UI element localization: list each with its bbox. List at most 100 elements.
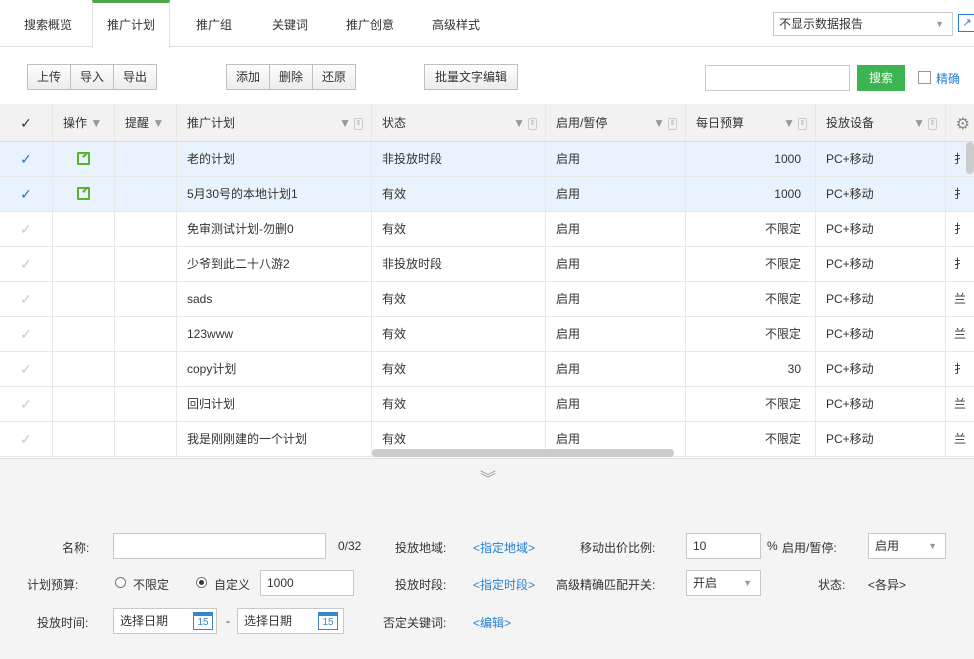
- row-checkbox[interactable]: ✓: [0, 422, 53, 456]
- search-button[interactable]: 搜索: [857, 65, 905, 91]
- add-button[interactable]: 添加: [227, 65, 271, 89]
- row-plan-name[interactable]: sads: [177, 282, 372, 316]
- row-plan-name[interactable]: 回归计划: [177, 387, 372, 421]
- row-device[interactable]: PC+移动: [816, 142, 946, 176]
- row-checkbox[interactable]: ✓: [0, 177, 53, 211]
- export-button[interactable]: 导出: [114, 65, 156, 89]
- table-row[interactable]: ✓ copy计划 有效 启用 30 PC+移动扌: [0, 352, 974, 387]
- row-budget[interactable]: 不限定: [686, 317, 816, 351]
- row-enabled[interactable]: 启用: [546, 387, 686, 421]
- budget-custom-radio[interactable]: [196, 577, 207, 588]
- table-row[interactable]: ✓ 免审测试计划-勿删0 有效 启用 不限定 PC+移动扌: [0, 212, 974, 247]
- row-budget[interactable]: 不限定: [686, 212, 816, 246]
- header-device[interactable]: 投放设备 ▼ ⇕: [816, 104, 946, 141]
- sort-icon[interactable]: ⇕: [798, 117, 807, 130]
- row-plan-name[interactable]: 我是刚刚建的一个计划: [177, 422, 372, 456]
- sort-icon[interactable]: ⇕: [668, 117, 677, 130]
- row-budget[interactable]: 1000: [686, 142, 816, 176]
- edit-icon[interactable]: [77, 152, 90, 165]
- row-plan-name[interactable]: copy计划: [177, 352, 372, 386]
- row-enabled[interactable]: 启用: [546, 177, 686, 211]
- sort-icon[interactable]: ⇕: [928, 117, 937, 130]
- table-row[interactable]: ✓ 回归计划 有效 启用 不限定 PC+移动兰: [0, 387, 974, 422]
- table-row[interactable]: ✓ 123www 有效 启用 不限定 PC+移动兰: [0, 317, 974, 352]
- row-budget[interactable]: 不限定: [686, 422, 816, 456]
- row-device[interactable]: PC+移动: [816, 387, 946, 421]
- mobile-ratio-input[interactable]: 10: [686, 533, 761, 559]
- upload-button[interactable]: 上传: [28, 65, 72, 89]
- filter-icon[interactable]: ▼ ⇕: [653, 104, 677, 141]
- table-row[interactable]: ✓ 5月30号的本地计划1 有效 启用 1000 PC+移动扌: [0, 177, 974, 212]
- row-enabled[interactable]: 启用: [546, 282, 686, 316]
- budget-input[interactable]: 1000: [260, 570, 354, 596]
- table-row[interactable]: ✓ 老的计划 非投放时段 启用 1000 PC+移动扌: [0, 142, 974, 177]
- batch-text-edit-button[interactable]: 批量文字编辑: [425, 65, 517, 89]
- header-plan[interactable]: 推广计划 ▼ ⇕: [177, 104, 372, 141]
- enable-select[interactable]: 启用 ▼: [868, 533, 946, 559]
- row-enabled[interactable]: 启用: [546, 247, 686, 281]
- row-device[interactable]: PC+移动: [816, 177, 946, 211]
- row-device[interactable]: PC+移动: [816, 212, 946, 246]
- row-device[interactable]: PC+移动: [816, 247, 946, 281]
- calendar-icon[interactable]: 15: [318, 612, 338, 630]
- row-device[interactable]: PC+移动: [816, 352, 946, 386]
- row-budget[interactable]: 不限定: [686, 247, 816, 281]
- delete-button[interactable]: 删除: [270, 65, 314, 89]
- restore-button[interactable]: 还原: [313, 65, 355, 89]
- sort-icon[interactable]: ⇕: [354, 117, 363, 130]
- row-checkbox[interactable]: ✓: [0, 282, 53, 316]
- import-button[interactable]: 导入: [71, 65, 115, 89]
- row-checkbox[interactable]: ✓: [0, 247, 53, 281]
- name-input[interactable]: [113, 533, 326, 559]
- collapse-icon[interactable]: ︾: [480, 465, 496, 489]
- row-plan-name[interactable]: 5月30号的本地计划1: [177, 177, 372, 211]
- tab-creatives[interactable]: 推广创意: [332, 0, 408, 47]
- row-budget[interactable]: 不限定: [686, 387, 816, 421]
- row-plan-name[interactable]: 免审测试计划-勿删0: [177, 212, 372, 246]
- horizontal-scrollbar[interactable]: [372, 449, 674, 457]
- filter-icon[interactable]: ▼ ⇕: [783, 104, 807, 141]
- advanced-match-select[interactable]: 开启 ▼: [686, 570, 761, 596]
- row-budget[interactable]: 不限定: [686, 282, 816, 316]
- header-budget[interactable]: 每日预算 ▼ ⇕: [686, 104, 816, 141]
- filter-icon[interactable]: ▼ ⇕: [913, 104, 937, 141]
- header-reminder[interactable]: 提醒 ▼: [115, 104, 177, 141]
- search-input[interactable]: [705, 65, 850, 91]
- row-enabled[interactable]: 启用: [546, 212, 686, 246]
- row-device[interactable]: PC+移动: [816, 422, 946, 456]
- header-status[interactable]: 状态 ▼ ⇕: [372, 104, 546, 141]
- edit-icon[interactable]: [77, 187, 90, 200]
- row-plan-name[interactable]: 老的计划: [177, 142, 372, 176]
- header-action[interactable]: 操作 ▼: [53, 104, 115, 141]
- tab-ad-groups[interactable]: 推广组: [182, 0, 246, 47]
- row-plan-name[interactable]: 123www: [177, 317, 372, 351]
- row-checkbox[interactable]: ✓: [0, 142, 53, 176]
- row-checkbox[interactable]: ✓: [0, 212, 53, 246]
- time-link[interactable]: <指定时段>: [473, 576, 535, 593]
- exact-checkbox[interactable]: [918, 71, 931, 84]
- row-checkbox[interactable]: ✓: [0, 317, 53, 351]
- row-budget[interactable]: 30: [686, 352, 816, 386]
- tab-keywords[interactable]: 关键词: [258, 0, 322, 47]
- tab-advanced-styles[interactable]: 高级样式: [418, 0, 494, 47]
- budget-unlimited-radio[interactable]: [115, 577, 126, 588]
- row-enabled[interactable]: 启用: [546, 142, 686, 176]
- report-display-select[interactable]: 不显示数据报告 ▼: [773, 12, 953, 36]
- region-link[interactable]: <指定地域>: [473, 539, 535, 556]
- row-device[interactable]: PC+移动: [816, 282, 946, 316]
- negative-keyword-link[interactable]: <编辑>: [473, 614, 511, 631]
- row-enabled[interactable]: 启用: [546, 317, 686, 351]
- external-link-icon[interactable]: ↗: [958, 14, 974, 32]
- select-all-checkbox[interactable]: ✓: [0, 104, 53, 141]
- row-enabled[interactable]: 启用: [546, 352, 686, 386]
- filter-icon[interactable]: ▼ ⇕: [339, 104, 363, 141]
- header-enabled[interactable]: 启用/暂停 ▼ ⇕: [546, 104, 686, 141]
- sort-icon[interactable]: ⇕: [528, 117, 537, 130]
- gear-icon[interactable]: ⚙: [956, 114, 970, 134]
- vertical-scrollbar[interactable]: [966, 142, 974, 174]
- filter-icon[interactable]: ▼ ⇕: [513, 104, 537, 141]
- calendar-icon[interactable]: 15: [193, 612, 213, 630]
- row-checkbox[interactable]: ✓: [0, 387, 53, 421]
- table-row[interactable]: ✓ 少爷到此二十八游2 非投放时段 启用 不限定 PC+移动扌: [0, 247, 974, 282]
- table-row[interactable]: ✓ sads 有效 启用 不限定 PC+移动兰: [0, 282, 974, 317]
